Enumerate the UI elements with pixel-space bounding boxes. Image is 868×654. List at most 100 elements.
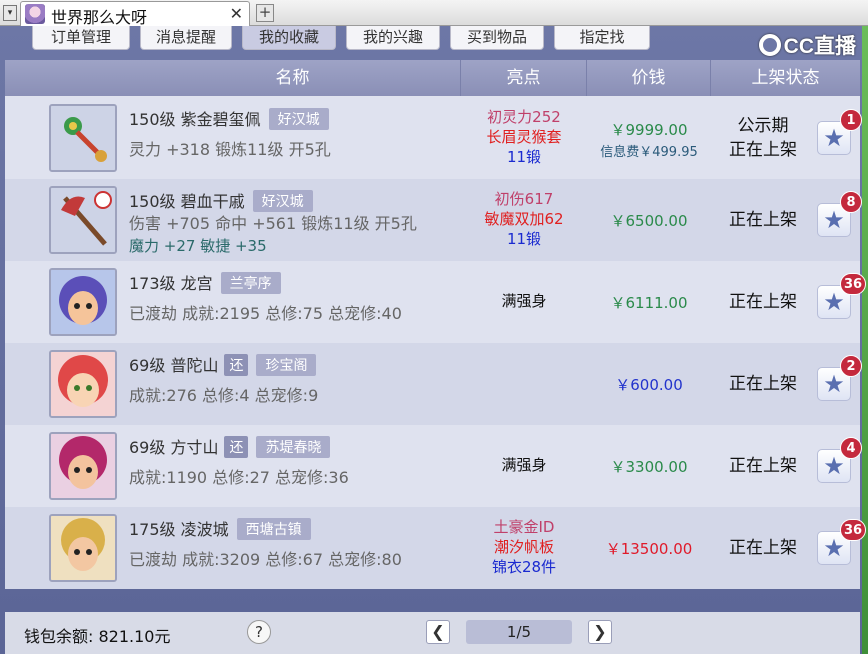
item-title: 150级 紫金碧玺佩 好汉城 [129, 106, 329, 130]
tab-my-interests[interactable]: 我的兴趣 [346, 26, 440, 50]
tab-order-management[interactable]: 订单管理 [32, 26, 130, 50]
item-title: 150级 碧血干戚 好汉城 [129, 188, 313, 212]
listing-status: 正在上架 [729, 140, 797, 160]
server-tag: 兰亭序 [220, 272, 281, 294]
item-price: ￥6111.00 [610, 294, 688, 312]
server-tag: 好汉城 [252, 190, 313, 212]
column-status: 上架状态 [751, 68, 820, 88]
tab-specified-search[interactable]: 指定找 [554, 26, 650, 50]
highlight-text: 初灵力252 [487, 108, 561, 126]
prev-page-button[interactable]: ❮ [426, 620, 450, 644]
cc-live-watermark: CC直播 [758, 30, 856, 60]
favorite-count-badge: 4 [840, 437, 862, 459]
next-page-button[interactable]: ❯ [588, 620, 612, 644]
column-highlight: 亮点 [461, 60, 587, 96]
server-tag: 西塘古镇 [236, 518, 311, 540]
highlight-text: 11锻 [506, 230, 542, 248]
item-stats: 灵力 +318 锻炼11级 开5孔 [129, 140, 331, 159]
favorite-count-badge: 2 [840, 355, 862, 377]
item-title: 69级 方寸山还苏堤春晓 [129, 434, 331, 458]
item-price: ￥600.00 [615, 376, 683, 394]
item-title: 173级 龙宫 兰亭序 [129, 270, 281, 294]
highlight-text: 长眉灵猴套 [486, 128, 562, 146]
item-level-name: 175级 凌波城 [129, 520, 229, 539]
table-row[interactable]: 173级 龙宫 兰亭序已渡劫 成就:2195 总修:75 总宠修:40 满强身 ￥61… [5, 261, 867, 343]
table-row[interactable]: 150级 紫金碧玺佩 好汉城灵力 +318 锻炼11级 开5孔 初灵力252 长眉灵猴… [5, 97, 862, 179]
return-tag: 还 [224, 354, 249, 376]
browser-titlebar: ▾ 世界那么大呀 ✕ + [0, 0, 868, 27]
favorite-count-badge: 1 [840, 109, 862, 131]
listing-status: 正在上架 [729, 292, 797, 312]
item-stats: 成就:1190 总修:27 总宠修:36 [129, 468, 349, 487]
longgong-character-avatar[interactable] [49, 268, 117, 336]
window-menu-button[interactable]: ▾ [3, 5, 17, 21]
column-name: 名称 [125, 60, 461, 96]
listing-status: 正在上架 [729, 374, 797, 394]
item-stats: 已渡劫 成就:3209 总修:67 总宠修:80 [129, 550, 402, 569]
item-level-name: 173级 龙宫 [129, 274, 213, 293]
highlight-text: 潮汐帆板 [493, 538, 554, 556]
item-stats: 伤害 +705 命中 +561 锻炼11级 开5孔 [129, 214, 417, 233]
item-title: 69级 普陀山还珍宝阁 [129, 352, 317, 376]
putuoshan-character-avatar[interactable] [49, 350, 117, 418]
listing-status: 正在上架 [729, 210, 797, 230]
tab-message-reminder[interactable]: 消息提醒 [140, 26, 232, 50]
tab-title: 世界那么大呀 [51, 8, 148, 27]
bottom-bar: 钱包余额: 821.10元 ? ❮ 1/5 ❯ [5, 612, 860, 654]
item-stats: 成就:276 总修:4 总宠修:9 [129, 386, 319, 405]
item-level-name: 69级 方寸山 [129, 438, 219, 457]
tab-bought-items[interactable]: 买到物品 [450, 26, 544, 50]
close-tab-icon[interactable]: ✕ [230, 4, 243, 23]
info-fee: 信息费￥499.95 [600, 145, 698, 160]
item-level-name: 150级 紫金碧玺佩 [129, 110, 261, 129]
tab-my-favorites[interactable]: 我的收藏 [242, 26, 336, 50]
top-tab-bar: 订单管理 消息提醒 我的收藏 我的兴趣 买到物品 指定找 [0, 26, 862, 52]
listing-status: 公示期 [737, 116, 789, 136]
help-icon[interactable]: ? [247, 620, 271, 644]
jade-pendant-item-icon[interactable] [49, 104, 117, 172]
lingbocheng-character-avatar[interactable] [49, 514, 117, 582]
axe-weapon-item-icon[interactable] [49, 186, 117, 254]
item-title: 175级 凌波城 西塘古镇 [129, 516, 311, 540]
game-scene-edge [862, 26, 868, 654]
table-header: 名称 亮点 价钱 上架状态 [5, 60, 860, 96]
table-row[interactable]: 69级 方寸山还苏堤春晓成就:1190 总修:27 总宠修:36 满强身 ￥3300… [5, 425, 862, 507]
server-tag: 珍宝阁 [256, 354, 317, 376]
favorite-count-badge: 36 [840, 273, 867, 295]
server-tag: 苏堤春晓 [256, 436, 331, 458]
favorites-panel: 名称 亮点 价钱 上架状态 150级 紫金碧玺佩 好汉城 灵力 +318 锻炼11级… [5, 60, 867, 589]
item-price: ￥3300.00 [610, 458, 688, 476]
tab-avatar-icon [25, 4, 45, 24]
item-bonus-stats: 魔力 +27 敏捷 +35 [129, 237, 267, 255]
page-indicator: 1/5 [466, 620, 572, 644]
table-row[interactable]: 69级 普陀山还珍宝阁 成就:276 总修:4 总宠修:9 ￥600.00 正在上架 ★… [5, 343, 862, 425]
favorite-count-badge: 8 [840, 191, 862, 213]
item-level-name: 150级 碧血干戚 [129, 192, 245, 211]
highlight-text: 11锻 [506, 148, 542, 166]
highlight-text: 锦衣28件 [491, 558, 557, 576]
item-price: ￥13500.00 [605, 540, 693, 558]
item-level-name: 69级 普陀山 [129, 356, 219, 375]
browser-tab[interactable]: 世界那么大呀 ✕ [20, 1, 250, 27]
server-tag: 好汉城 [268, 108, 329, 130]
column-price: 价钱 [587, 60, 711, 96]
cc-logo-text: CC直播 [783, 35, 856, 58]
highlight-text: 满强身 [501, 456, 547, 474]
new-tab-button[interactable]: + [256, 4, 274, 22]
table-row[interactable]: 175级 凌波城 西塘古镇已渡劫 成就:3209 总修:67 总宠修:80 土豪金I… [5, 507, 867, 589]
listing-status: 正在上架 [729, 456, 797, 476]
highlight-text: 满强身 [501, 292, 547, 310]
return-tag: 还 [224, 436, 249, 458]
highlight-text: 敏魔双加62 [484, 210, 564, 228]
item-price: ￥9999.00 [610, 121, 688, 139]
highlight-text: 土豪金ID [493, 518, 555, 536]
cc-logo-icon [758, 34, 781, 56]
item-price: ￥6500.00 [610, 212, 688, 230]
listing-status: 正在上架 [729, 538, 797, 558]
favorite-count-badge: 36 [840, 519, 867, 541]
item-stats: 已渡劫 成就:2195 总修:75 总宠修:40 [129, 304, 402, 323]
highlight-text: 初伤617 [494, 190, 554, 208]
fangcunshan-character-avatar[interactable] [49, 432, 117, 500]
wallet-balance: 钱包余额: 821.10元 [24, 627, 171, 646]
table-row[interactable]: 150级 碧血干戚 好汉城伤害 +705 命中 +561 锻炼11级 开5孔 魔力 … [5, 179, 862, 261]
